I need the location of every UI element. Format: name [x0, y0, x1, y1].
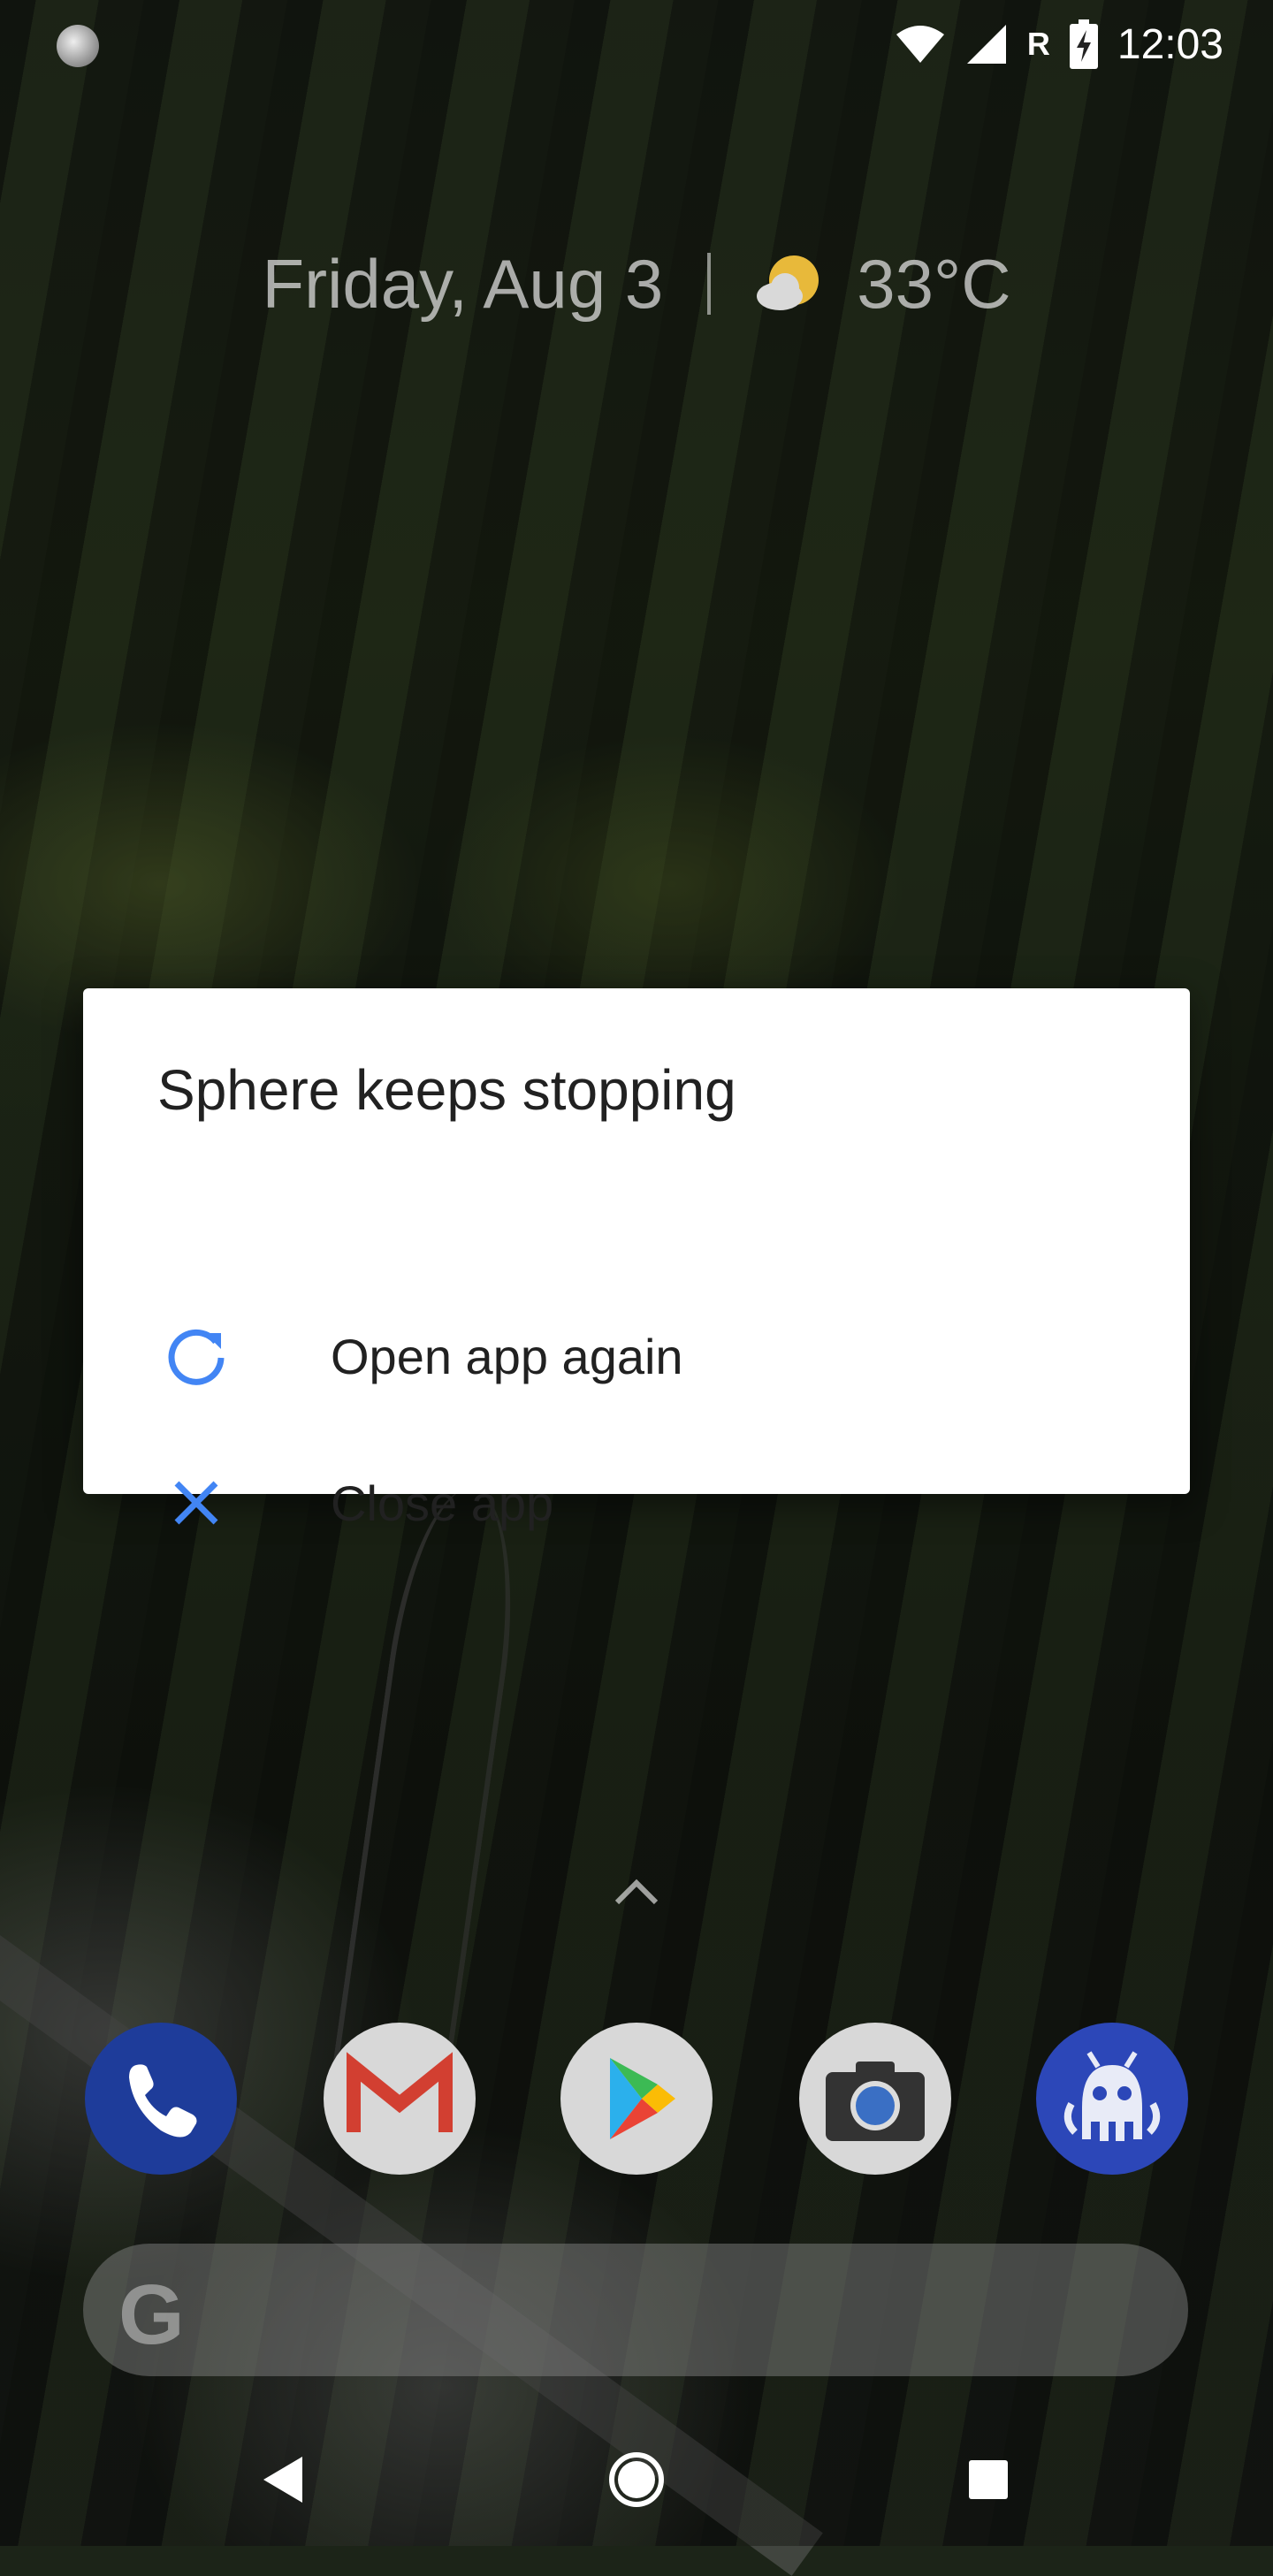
gmail-logo-icon: [347, 2052, 453, 2132]
phone-handset-icon: [129, 2064, 197, 2138]
date-text[interactable]: Friday, Aug 3: [262, 245, 663, 323]
close-app-label: Close app: [331, 1475, 554, 1531]
close-icon: [174, 1481, 218, 1525]
camera-logo-icon: [826, 2062, 925, 2141]
signal-icon: [966, 25, 1006, 64]
play-store-logo-icon: [610, 2058, 675, 2139]
date-weather-widget[interactable]: Friday, Aug 3 33°C: [0, 239, 1273, 324]
partly-cloudy-icon: [756, 255, 819, 311]
close-app-button[interactable]: Close app: [83, 1430, 1190, 1572]
google-logo-icon: G: [118, 2267, 185, 2362]
open-app-again-button[interactable]: Open app again: [83, 1284, 1190, 1425]
app-drawer-chevron-icon[interactable]: [610, 1874, 663, 1909]
wifi-icon: [896, 26, 944, 63]
app-crash-dialog: Sphere keeps stopping Open app again Clo…: [83, 988, 1190, 1531]
navigation-bar: [0, 2413, 1273, 2546]
back-button[interactable]: [248, 2444, 318, 2515]
open-app-again-label: Open app again: [331, 1329, 683, 1384]
phone-app-icon[interactable]: [85, 2023, 237, 2175]
google-search-bar[interactable]: G: [83, 2244, 1188, 2376]
status-bar: R 12:03: [0, 0, 1273, 88]
recents-button[interactable]: [953, 2444, 1024, 2515]
dialog-title: Sphere keeps stopping: [157, 1058, 736, 1122]
camera-app-icon[interactable]: [799, 2023, 951, 2175]
home-button[interactable]: [601, 2444, 672, 2515]
temperature-text[interactable]: 33°C: [857, 245, 1010, 323]
roaming-indicator: R: [1026, 26, 1050, 62]
play-store-app-icon[interactable]: [560, 2023, 713, 2175]
octopus-robot-app-icon[interactable]: [1036, 2023, 1188, 2175]
clock: 12:03: [1117, 20, 1223, 68]
battery-charging-icon: [1069, 19, 1098, 69]
status-icons: R 12:03: [895, 18, 1223, 71]
octopus-robot-logo-icon: [1063, 2051, 1161, 2141]
gmail-app-icon[interactable]: [324, 2023, 476, 2175]
refresh-icon: [168, 1329, 225, 1385]
widget-separator: [706, 253, 711, 316]
loading-icon: [57, 25, 99, 67]
